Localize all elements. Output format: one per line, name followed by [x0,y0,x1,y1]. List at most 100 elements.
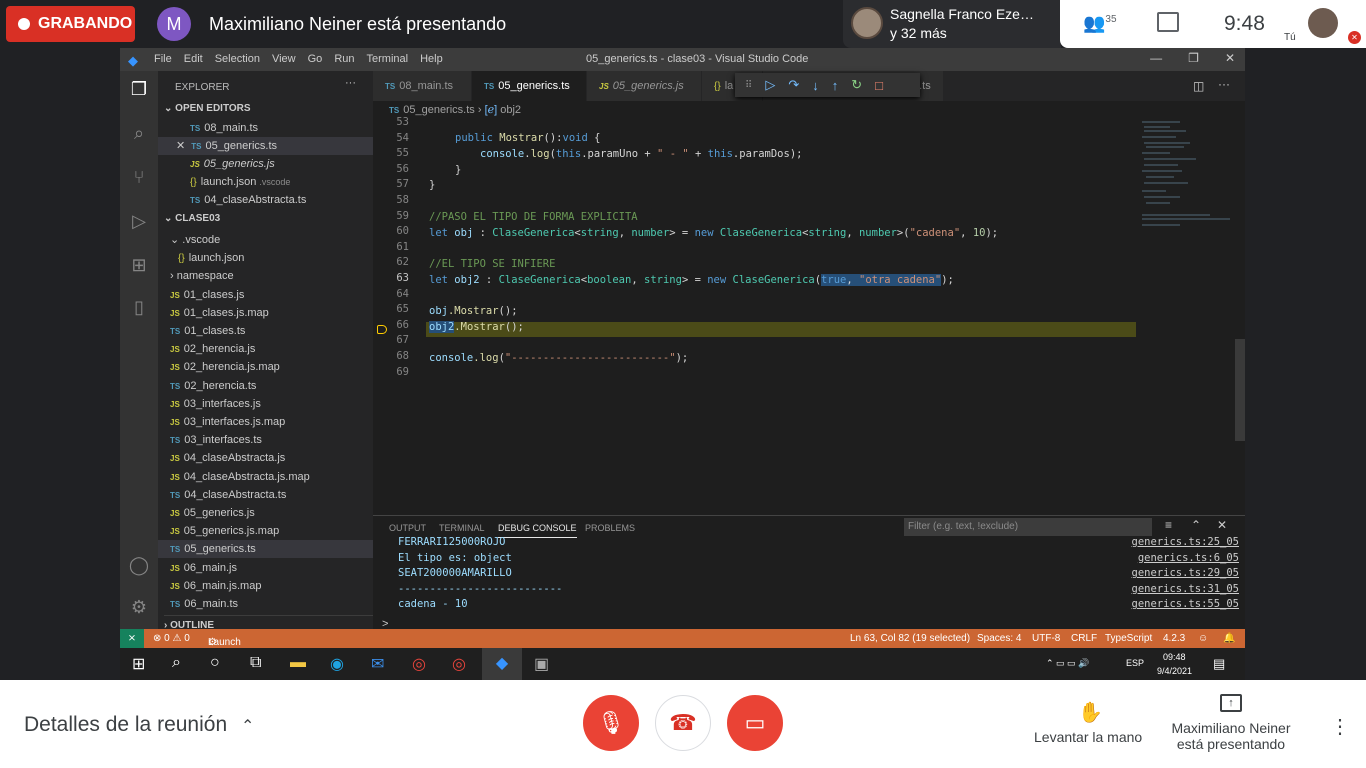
tree-item[interactable]: JS 01_clases.js [158,286,373,304]
console-source-link[interactable]: generics.ts:29_05 [1132,567,1239,579]
encoding[interactable]: UTF-8 [1032,633,1060,644]
editor-scrollbar[interactable] [1234,119,1245,515]
remote-icon[interactable]: ⨯ [120,629,144,648]
open-editor-item[interactable]: TS 08_main.ts [158,119,373,137]
raise-hand-label[interactable]: Levantar la mano [1034,729,1142,745]
action-center-icon[interactable]: ▤ [1213,656,1225,672]
tree-item[interactable]: JS 02_herencia.js.map [158,358,373,376]
menu-terminal[interactable]: Terminal [367,53,409,65]
tray-icons[interactable]: ⌃ ▭ ▭ 🔊 [1046,658,1089,669]
more-actions-icon[interactable]: ··· [345,77,356,89]
tree-item[interactable]: {} launch.json [158,249,373,267]
search-icon[interactable]: ⌕ [172,654,181,672]
tab-05-generics-ts[interactable]: TS05_generics.ts ✕ [472,71,586,123]
breadcrumb-file[interactable]: 05_generics.ts [403,104,475,116]
participant-tile[interactable]: Sagnella Franco Eze… y 32 más [843,0,1061,48]
meeting-details-button[interactable]: Detalles de la reunión ⌃ [24,713,254,737]
open-editor-item[interactable]: JS 05_generics.js [158,155,373,173]
filter-input[interactable]: Filter (e.g. text, !exclude) [904,518,1152,536]
remote-explorer-icon[interactable]: ▯ [128,297,150,319]
folder-header[interactable]: ⌄ CLASE03 [164,213,220,224]
editor-more-icon[interactable]: ··· [1218,77,1230,91]
stop-icon[interactable]: □ [875,78,883,93]
menu-view[interactable]: View [272,53,296,65]
minimize-icon[interactable]: — [1150,51,1162,65]
people-button[interactable]: 👥35 [1083,13,1117,34]
tree-item[interactable]: JS 04_claseAbstracta.js.map [158,468,373,486]
tree-item[interactable]: JS 06_main.js.map [158,577,373,595]
run-debug-icon[interactable]: ▷ [128,211,150,233]
open-editor-item[interactable]: {} launch.json .vscode [158,173,373,191]
tab-08-main[interactable]: TS 08_main.ts [373,71,471,101]
search-icon[interactable]: ⌕ [128,123,150,145]
chrome-profile-icon[interactable]: ◎ [452,654,466,674]
console-source-link[interactable]: generics.ts:55_05 [1132,598,1239,610]
menu-go[interactable]: Go [308,53,323,65]
tree-item[interactable]: JS 05_generics.js.map [158,522,373,540]
clear-console-icon[interactable]: ≡ [1165,518,1172,532]
breadcrumb-symbol[interactable]: obj2 [500,104,521,116]
continue-icon[interactable]: ▷ [765,77,775,93]
leave-call-button[interactable]: ☎ [655,695,711,751]
tree-item[interactable]: TS 03_interfaces.ts [158,431,373,449]
more-options-icon[interactable]: ⋮ [1330,714,1350,739]
taskbar-date[interactable]: 9/4/2021 [1157,666,1192,676]
tree-item[interactable]: TS 06_main.ts [158,595,373,613]
console-source-link[interactable]: generics.ts:6_05 [1138,552,1239,564]
tree-item[interactable]: TS 04_claseAbstracta.ts [158,486,373,504]
tree-item[interactable]: JS 04_claseAbstracta.js [158,449,373,467]
chrome-icon[interactable]: ◎ [412,654,426,674]
source-control-icon[interactable]: ⑂ [128,167,150,189]
tree-item[interactable]: JS 05_generics.js [158,504,373,522]
problems-count[interactable]: ⊗ 0 ⚠ 0 [153,633,190,644]
notifications-icon[interactable]: 🔔 [1223,633,1235,644]
language-mode[interactable]: TypeScript [1105,633,1152,644]
edge-icon[interactable]: ◉ [330,654,344,674]
ts-version[interactable]: 4.2.3 [1163,633,1185,644]
scrollbar-thumb[interactable] [1235,339,1245,441]
drag-handle-icon[interactable]: ⠿ [745,80,752,91]
menu-selection[interactable]: Selection [215,53,260,65]
self-avatar[interactable] [1308,8,1338,38]
taskbar-time[interactable]: 09:48 [1163,652,1186,662]
close-panel-icon[interactable]: ✕ [1217,518,1227,532]
tree-item[interactable]: TS 02_herencia.ts [158,377,373,395]
code-editor[interactable]: 53 54 55 56 57 58 59 60 61 62 63 64 65 66 67 68 69 publi… [373,116,1245,515]
tab-debug-console[interactable]: DEBUG CONSOLE [498,523,577,538]
step-over-icon[interactable]: ↷ [788,77,799,93]
tree-item[interactable]: TS 05_generics.ts [158,540,373,559]
console-source-link[interactable]: generics.ts:25_05 [1132,536,1239,548]
account-icon[interactable]: ◯ [128,555,150,577]
recording-badge[interactable]: GRABANDO [6,6,135,42]
menu-help[interactable]: Help [420,53,443,65]
tree-item[interactable]: JS 06_main.js [158,559,373,577]
split-editor-icon[interactable]: ◫ [1193,79,1204,93]
close-editor-icon[interactable]: ✕ [176,140,185,152]
tab-terminal[interactable]: TERMINAL [439,523,485,533]
feedback-icon[interactable]: ☺ [1198,633,1208,644]
file-explorer-icon[interactable]: ▬ [290,654,306,672]
tree-item[interactable]: JS 01_clases.js.map [158,304,373,322]
minimap[interactable] [1140,119,1233,515]
raise-hand-icon[interactable]: ✋ [1078,700,1103,725]
presenting-info[interactable]: Maximiliano Neiner está presentando [1168,720,1294,752]
eol[interactable]: CRLF [1071,633,1097,644]
tab-output[interactable]: OUTPUT [389,523,426,533]
tree-item[interactable]: TS 01_clases.ts [158,322,373,340]
cursor-position[interactable]: Ln 63, Col 82 (19 selected) [850,633,970,644]
mic-off-button[interactable]: 🎙 [583,695,639,751]
restore-icon[interactable]: ❐ [1188,51,1199,65]
open-editors-header[interactable]: ⌄ OPEN EDITORS [164,103,251,114]
mail-icon[interactable]: ✉ [371,654,384,674]
maximize-panel-icon[interactable]: ⌃ [1191,518,1201,532]
chat-icon[interactable] [1157,12,1179,32]
tree-item[interactable]: ⌄ .vscode [158,231,373,249]
menu-run[interactable]: Run [334,53,354,65]
tree-item[interactable]: JS 03_interfaces.js.map [158,413,373,431]
indentation[interactable]: Spaces: 4 [977,633,1021,644]
close-icon[interactable]: ✕ [1225,51,1235,65]
tree-item[interactable]: JS 03_interfaces.js [158,395,373,413]
app-taskbar-icon[interactable]: ▣ [534,654,549,674]
task-view-icon[interactable]: ⧉ [250,654,261,672]
cortana-icon[interactable]: ○ [210,654,220,672]
